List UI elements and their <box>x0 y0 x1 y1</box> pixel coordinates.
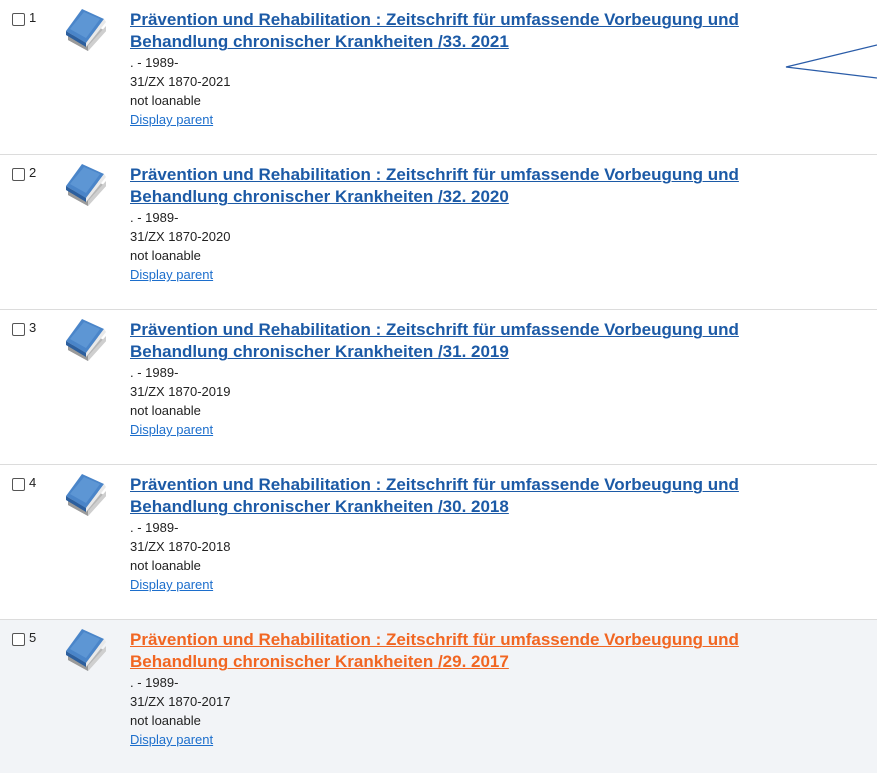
select-checkbox[interactable] <box>12 633 25 646</box>
callout-pointer <box>785 44 877 79</box>
loan-status: not loanable <box>130 713 201 728</box>
publication-years: . - 1989- <box>130 365 179 380</box>
title-line-2: Behandlung chronischer Krankheiten /29. … <box>130 652 509 671</box>
display-parent-link[interactable]: Display parent <box>130 730 213 749</box>
title-line-1: Prävention und Rehabilitation : Zeitschr… <box>130 630 739 649</box>
shelfmark: 31/ZX 1870-2018 <box>130 539 231 554</box>
publication-years: . - 1989- <box>130 55 179 70</box>
book-icon <box>66 164 106 206</box>
result-content: Prävention und Rehabilitation : Zeitschr… <box>130 319 877 439</box>
result-number: 4 <box>29 475 37 490</box>
loan-status: not loanable <box>130 558 201 573</box>
select-wrapper: 1 <box>12 10 36 26</box>
shelfmark: 31/ZX 1870-2020 <box>130 229 231 244</box>
shelfmark: 31/ZX 1870-2019 <box>130 384 231 399</box>
result-content: Prävention und Rehabilitation : Zeitschr… <box>130 9 877 129</box>
title-line-1: Prävention und Rehabilitation : Zeitschr… <box>130 320 739 339</box>
result-title-link[interactable]: Prävention und Rehabilitation : Zeitschr… <box>130 629 877 673</box>
select-wrapper: 3 <box>12 320 36 336</box>
select-checkbox[interactable] <box>12 323 25 336</box>
publication-years: . - 1989- <box>130 210 179 225</box>
publication-years: . - 1989- <box>130 675 179 690</box>
title-line-2: Behandlung chronischer Krankheiten /33. … <box>130 32 509 51</box>
title-line-2: Behandlung chronischer Krankheiten /31. … <box>130 342 509 361</box>
result-title-link[interactable]: Prävention und Rehabilitation : Zeitschr… <box>130 319 877 363</box>
select-checkbox[interactable] <box>12 168 25 181</box>
display-parent-link[interactable]: Display parent <box>130 575 213 594</box>
result-item: 1 Prävention und Rehabilitation : Zeitsc… <box>0 0 877 155</box>
title-line-1: Prävention und Rehabilitation : Zeitschr… <box>130 10 739 29</box>
result-item: 2 Prävention und Rehabilitation : Zeitsc… <box>0 155 877 310</box>
result-item-hovered: 5 Prävention und Rehabilitation : Zeitsc… <box>0 620 877 773</box>
select-wrapper: 2 <box>12 165 36 181</box>
loan-status: not loanable <box>130 248 201 263</box>
result-content: Prävention und Rehabilitation : Zeitschr… <box>130 629 877 749</box>
display-parent-link[interactable]: Display parent <box>130 420 213 439</box>
loan-status: not loanable <box>130 403 201 418</box>
publication-years: . - 1989- <box>130 520 179 535</box>
title-line-1: Prävention und Rehabilitation : Zeitschr… <box>130 475 739 494</box>
shelfmark: 31/ZX 1870-2017 <box>130 694 231 709</box>
title-line-1: Prävention und Rehabilitation : Zeitschr… <box>130 165 739 184</box>
book-icon <box>66 474 106 516</box>
book-icon <box>66 319 106 361</box>
title-line-2: Behandlung chronischer Krankheiten /32. … <box>130 187 509 206</box>
shelfmark: 31/ZX 1870-2021 <box>130 74 231 89</box>
display-parent-link[interactable]: Display parent <box>130 265 213 284</box>
book-icon <box>66 629 106 671</box>
result-number: 2 <box>29 165 37 180</box>
result-content: Prävention und Rehabilitation : Zeitschr… <box>130 164 877 284</box>
result-item: 4 Prävention und Rehabilitation : Zeitsc… <box>0 465 877 620</box>
display-parent-link[interactable]: Display parent <box>130 110 213 129</box>
select-wrapper: 5 <box>12 630 36 646</box>
result-number: 3 <box>29 320 37 335</box>
result-title-link[interactable]: Prävention und Rehabilitation : Zeitschr… <box>130 9 877 53</box>
select-checkbox[interactable] <box>12 13 25 26</box>
result-title-link[interactable]: Prävention und Rehabilitation : Zeitschr… <box>130 474 877 518</box>
result-item: 3 Prävention und Rehabilitation : Zeitsc… <box>0 310 877 465</box>
result-title-link[interactable]: Prävention und Rehabilitation : Zeitschr… <box>130 164 877 208</box>
loan-status: not loanable <box>130 93 201 108</box>
result-content: Prävention und Rehabilitation : Zeitschr… <box>130 474 877 594</box>
title-line-2: Behandlung chronischer Krankheiten /30. … <box>130 497 509 516</box>
select-wrapper: 4 <box>12 475 36 491</box>
result-number: 5 <box>29 630 37 645</box>
result-number: 1 <box>29 10 37 25</box>
select-checkbox[interactable] <box>12 478 25 491</box>
book-icon <box>66 9 106 51</box>
